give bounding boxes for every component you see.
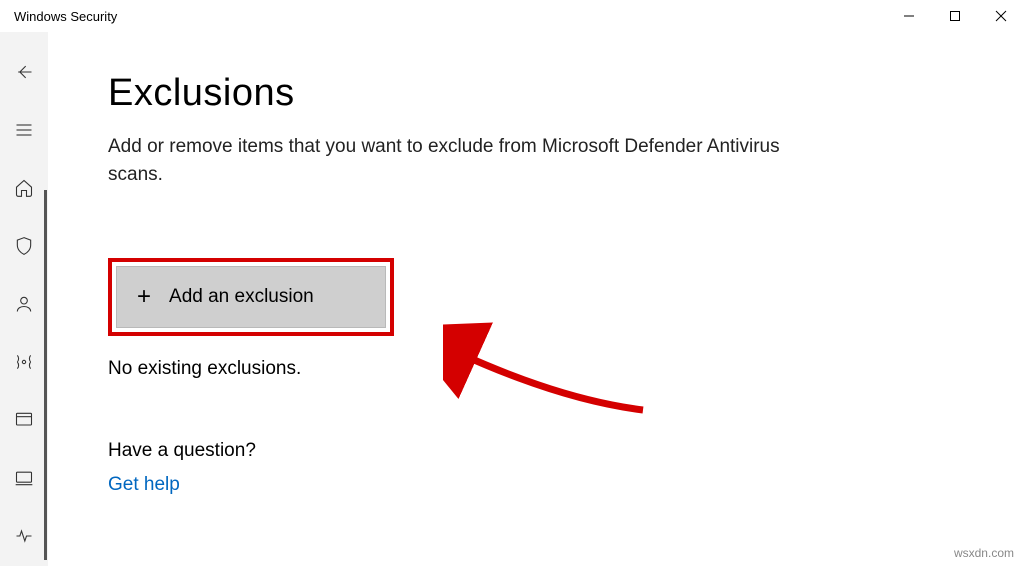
add-exclusion-label: Add an exclusion: [169, 286, 314, 308]
account-icon[interactable]: [4, 284, 44, 324]
device-security-icon[interactable]: [4, 458, 44, 498]
question-heading: Have a question?: [108, 440, 964, 462]
main-content: Exclusions Add or remove items that you …: [48, 32, 1024, 566]
maximize-button[interactable]: [932, 0, 978, 32]
home-icon[interactable]: [4, 168, 44, 208]
page-subtitle: Add or remove items that you want to exc…: [108, 133, 828, 188]
app-body: Exclusions Add or remove items that you …: [0, 32, 1024, 566]
minimize-button[interactable]: [886, 0, 932, 32]
app-browser-icon[interactable]: [4, 400, 44, 440]
close-button[interactable]: [978, 0, 1024, 32]
annotation-highlight: + Add an exclusion: [108, 258, 394, 336]
window-title: Windows Security: [8, 9, 117, 24]
sidebar: [0, 32, 48, 566]
menu-icon[interactable]: [4, 110, 44, 150]
get-help-link[interactable]: Get help: [108, 474, 180, 495]
firewall-icon[interactable]: [4, 342, 44, 382]
titlebar: Windows Security: [0, 0, 1024, 32]
plus-icon: +: [137, 283, 151, 311]
shield-icon[interactable]: [4, 226, 44, 266]
window-controls: [886, 0, 1024, 32]
device-performance-icon[interactable]: [4, 516, 44, 556]
back-icon[interactable]: [4, 52, 44, 92]
add-exclusion-button[interactable]: + Add an exclusion: [116, 266, 386, 328]
sidebar-indicator: [44, 190, 47, 560]
status-message: No existing exclusions.: [108, 358, 964, 380]
page-title: Exclusions: [108, 72, 964, 115]
watermark: wsxdn.com: [954, 546, 1014, 560]
